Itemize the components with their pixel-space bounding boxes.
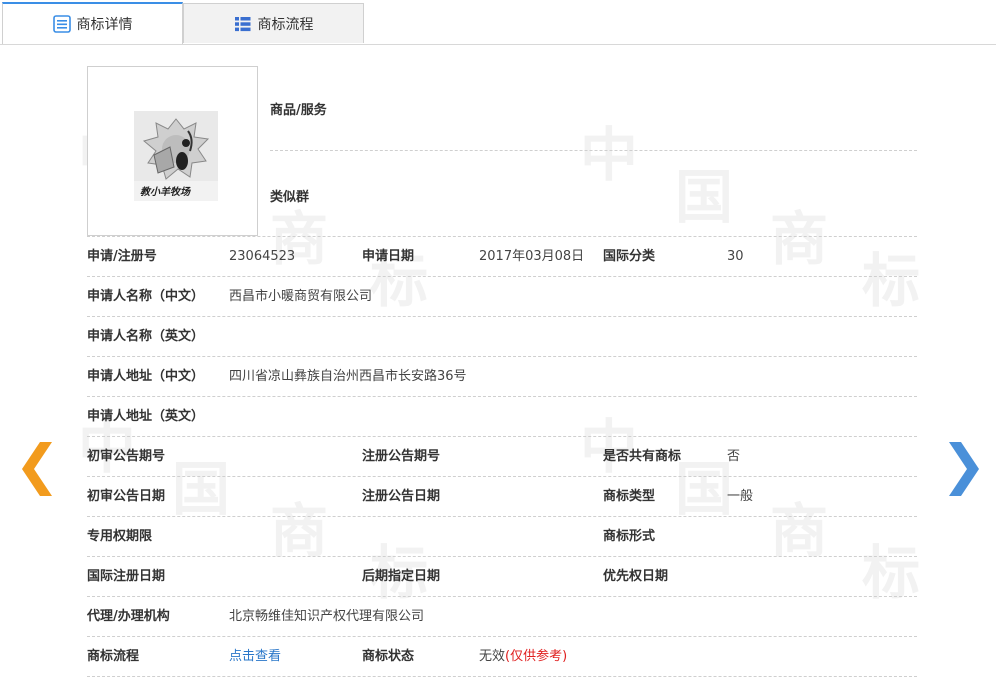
reg-no-label: 申请/注册号 bbox=[87, 249, 157, 264]
table-row: 申请人名称（英文） bbox=[87, 317, 917, 357]
address-cn-value: 四川省凉山彝族自治州西昌市长安路36号 bbox=[229, 369, 467, 384]
shared-label: 是否共有商标 bbox=[603, 449, 682, 464]
trademark-logo-image: 教小羊牧场 bbox=[134, 111, 218, 201]
table-row: 国际注册日期 后期指定日期 优先权日期 bbox=[87, 557, 917, 597]
prev-button[interactable] bbox=[20, 442, 54, 496]
tab-trademark-details[interactable]: 商标详情 bbox=[2, 2, 183, 44]
similar-group-label: 类似群 bbox=[270, 190, 310, 205]
reg-pub-no-label: 注册公告期号 bbox=[362, 449, 441, 464]
divider bbox=[270, 150, 917, 151]
shared-value: 否 bbox=[727, 449, 741, 464]
prelim-no-label: 初审公告期号 bbox=[87, 449, 166, 464]
status-note: (仅供参考) bbox=[505, 649, 568, 664]
agent-label: 代理/办理机构 bbox=[87, 609, 170, 624]
applicant-cn-label: 申请人名称（中文） bbox=[87, 289, 205, 304]
tab-trademark-process[interactable]: 商标流程 bbox=[183, 3, 364, 43]
table-row: 商标流程 点击查看 商标状态 无效(仅供参考) bbox=[87, 637, 917, 677]
goods-services-label: 商品/服务 bbox=[270, 103, 327, 118]
tm-type-value: 一般 bbox=[727, 489, 754, 504]
table-row: 代理/办理机构 北京畅维佳知识产权代理有限公司 bbox=[87, 597, 917, 637]
trademark-logo-caption: 教小羊牧场 bbox=[140, 187, 190, 198]
address-cn-label: 申请人地址（中文） bbox=[87, 369, 205, 384]
table-row: 申请/注册号 23064523 申请日期 2017年03月08日 国际分类 30 bbox=[87, 237, 917, 277]
process-view-link[interactable]: 点击查看 bbox=[229, 637, 281, 677]
watermark-char: 国 bbox=[675, 163, 736, 231]
table-row: 专用权期限 商标形式 bbox=[87, 517, 917, 557]
tab-label: 商标详情 bbox=[76, 17, 133, 33]
status-label: 商标状态 bbox=[362, 649, 415, 664]
next-button[interactable] bbox=[947, 442, 981, 496]
chevron-left-icon bbox=[22, 442, 52, 496]
tm-form-label: 商标形式 bbox=[603, 529, 656, 544]
tm-type-label: 商标类型 bbox=[603, 489, 656, 504]
intl-reg-date-label: 国际注册日期 bbox=[87, 569, 166, 584]
tab-bar: 商标详情 商标流程 bbox=[0, 0, 996, 45]
tab-label: 商标流程 bbox=[257, 16, 314, 33]
table-row: 初审公告期号 注册公告期号 是否共有商标 否 bbox=[87, 437, 917, 477]
intl-class-value: 30 bbox=[727, 249, 744, 264]
table-row: 申请人地址（中文） 四川省凉山彝族自治州西昌市长安路36号 bbox=[87, 357, 917, 397]
app-date-label: 申请日期 bbox=[362, 249, 415, 264]
status-value: 无效(仅供参考) bbox=[479, 637, 567, 677]
document-list-icon bbox=[52, 15, 71, 33]
reg-no-value: 23064523 bbox=[229, 249, 296, 264]
agent-value: 北京畅维佳知识产权代理有限公司 bbox=[229, 609, 425, 624]
later-date-label: 后期指定日期 bbox=[362, 569, 441, 584]
process-label: 商标流程 bbox=[87, 649, 140, 664]
priority-date-label: 优先权日期 bbox=[603, 569, 669, 584]
address-en-label: 申请人地址（英文） bbox=[87, 409, 205, 424]
reg-pub-date-label: 注册公告日期 bbox=[362, 489, 441, 504]
app-date-value: 2017年03月08日 bbox=[479, 249, 585, 264]
list-icon bbox=[234, 15, 252, 33]
applicant-en-label: 申请人名称（英文） bbox=[87, 329, 205, 344]
table-row: 初审公告日期 注册公告日期 商标类型 一般 bbox=[87, 477, 917, 517]
prelim-date-label: 初审公告日期 bbox=[87, 489, 166, 504]
trademark-image-box: 教小羊牧场 bbox=[87, 66, 258, 236]
exclusive-period-label: 专用权期限 bbox=[87, 529, 153, 544]
table-row: 申请人地址（英文） bbox=[87, 397, 917, 437]
chevron-right-icon bbox=[949, 442, 979, 496]
applicant-cn-value: 西昌市小暖商贸有限公司 bbox=[229, 289, 373, 304]
table-row: 申请人名称（中文） 西昌市小暖商贸有限公司 bbox=[87, 277, 917, 317]
intl-class-label: 国际分类 bbox=[603, 249, 656, 264]
status-text: 无效 bbox=[479, 649, 506, 664]
